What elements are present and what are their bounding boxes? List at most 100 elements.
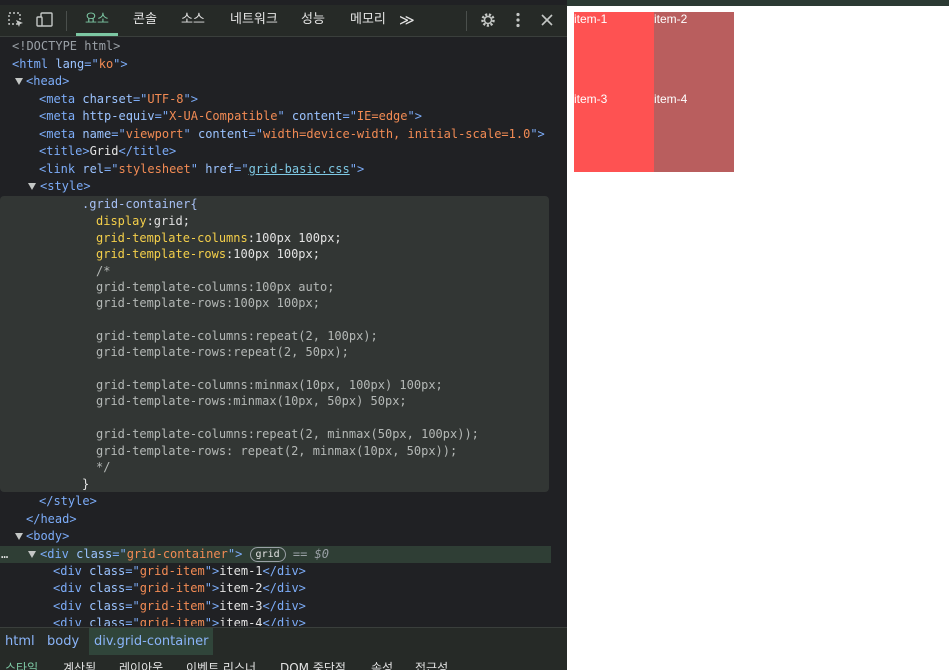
css-comment-line: grid-template-rows:repeat(2, 50px); [96,345,349,359]
page-top-strip [567,0,949,6]
title-text: Grid [89,144,119,158]
grid-item-label: item-2 [654,12,688,26]
css-comment-line: grid-template-columns:repeat(2, 100px); [96,329,378,343]
grid-item-4: item-4 [654,92,734,172]
kebab-menu-icon[interactable] [508,11,528,31]
grid-preview: item-1 item-2 item-3 item-4 [574,12,734,172]
css-rows-val: :100px 100px; [226,247,320,261]
more-tabs-icon[interactable]: ≫ [399,5,415,36]
devtools-toolbar: 요소 콘솔 소스 네트워크 성능 메모리 ≫ [0,5,567,37]
breadcrumb-html[interactable]: html [0,628,40,655]
tab-elements[interactable]: 요소 [85,5,109,36]
css-comment-line: */ [96,460,111,474]
grid-item-line[interactable]: <div class="grid-item">item-4</div> [53,615,306,626]
subtab-properties[interactable]: 속성 [371,659,393,670]
css-comment-line: grid-template-columns:minmax(10px, 100px… [96,378,443,392]
grid-item-label: item-3 [574,92,608,106]
subtab-event-listeners[interactable]: 이벤트 리스너 [186,659,256,670]
css-comment-line: grid-template-rows:100px 100px; [96,296,320,310]
style-close-line[interactable]: </style> [39,493,97,510]
node-actions-icon[interactable]: … [1,546,8,563]
grid-item-line[interactable]: <div class="grid-item">item-3</div> [53,598,306,615]
inspect-icon[interactable] [6,11,26,31]
css-columns-prop: grid-template-columns [96,231,248,245]
tab-performance[interactable]: 성능 [301,5,325,36]
css-rows-prop: grid-template-rows [96,247,227,261]
breadcrumb-body[interactable]: body [42,628,84,655]
child-class-value: grid-item [139,564,205,578]
child-text: item-4 [219,616,263,626]
css-display-val: :grid; [146,214,190,228]
css-close-brace: } [82,477,90,491]
css-comment-line: grid-template-rows: repeat(2, minmax(10p… [96,444,458,458]
device-toggle-icon[interactable] [35,11,55,31]
child-text: item-2 [219,581,263,595]
css-selector: .grid-container{ [82,197,198,211]
css-comment-line: /* [96,264,111,278]
html-lang-value: ko [98,57,114,71]
grid-badge[interactable]: grid [249,547,286,562]
tab-sources[interactable]: 소스 [181,5,205,36]
css-columns-val: :100px 100px; [247,231,342,245]
body-open-line[interactable]: <body> [26,528,69,545]
settings-icon[interactable] [478,11,498,31]
meta-charset-line[interactable]: <meta charset="UTF-8"> [39,91,198,108]
active-tab-indicator [76,33,118,36]
breadcrumb-grid-container[interactable]: div.grid-container [89,628,214,655]
css-rows-line[interactable]: grid-template-rows:100px 100px; [96,246,320,263]
doctype-text: <!DOCTYPE html> [12,39,121,53]
expand-triangle-icon[interactable] [15,533,23,540]
div-class-value: grid-container [126,547,228,561]
toolbar-divider [66,11,67,31]
css-close-line[interactable]: } [82,476,89,493]
meta-viewport-line[interactable]: <meta name="viewport" content="width=dev… [39,126,545,143]
css-columns-line[interactable]: grid-template-columns:100px 100px; [96,230,342,247]
grid-item-label: item-1 [574,12,608,26]
meta-httpequiv-line[interactable]: <meta http-equiv="X-UA-Compatible" conte… [39,108,422,125]
title-line[interactable]: <title>Grid</title> [39,143,176,160]
style-open-line[interactable]: <style> [40,178,91,195]
meta-name-value: viewport [125,127,184,141]
stylesheet-link[interactable]: grid-basic.css [249,162,350,176]
meta-httpequiv-content: IE=edge [356,109,408,123]
head-close-line[interactable]: </head> [26,511,77,528]
grid-item-2: item-2 [654,12,734,92]
css-display-prop: display [96,214,147,228]
grid-item-label: item-4 [654,92,688,106]
toolbar-divider [466,11,467,31]
meta-httpequiv-value: X-UA-Compatible [169,109,278,123]
grid-item-3: item-3 [574,92,654,172]
devtools-panel: 요소 콘솔 소스 네트워크 성능 메모리 ≫ <!DOCTYPE html> <… [0,0,567,670]
css-selector-line[interactable]: .grid-container{ [82,196,198,213]
grid-item-line[interactable]: <div class="grid-item">item-2</div> [53,580,306,597]
child-class-value: grid-item [139,616,205,626]
expand-triangle-icon[interactable] [28,551,36,558]
tab-console[interactable]: 콘솔 [133,5,157,36]
meta-viewport-content: width=device-width, initial-scale=1.0 [263,127,531,141]
subtab-dom-breakpoints[interactable]: DOM 중단점 [280,659,346,670]
meta-charset-value: UTF-8 [147,92,184,106]
subtab-accessibility[interactable]: 접근성 [415,659,448,670]
tab-memory[interactable]: 메모리 [350,5,386,36]
dom-tree: <!DOCTYPE html> <html lang="ko"> <head> … [0,37,551,626]
css-display-line[interactable]: display:grid; [96,213,190,230]
breadcrumb: html body div.grid-container [0,627,567,655]
subtab-computed[interactable]: 계산됨 [63,659,96,670]
subtab-styles[interactable]: 스타일 [5,659,38,670]
head-open-line[interactable]: <head> [26,73,69,90]
close-icon[interactable] [537,11,557,31]
grid-item-line[interactable]: <div class="grid-item">item-1</div> [53,563,306,580]
expand-triangle-icon[interactable] [15,78,23,85]
expand-triangle-icon[interactable] [28,183,36,190]
html-open-line[interactable]: <html lang="ko"> [12,56,128,73]
child-class-value: grid-item [139,599,205,613]
subtab-layout[interactable]: 레이아웃 [119,659,163,670]
child-text: item-3 [219,599,263,613]
doctype-line[interactable]: <!DOCTYPE html> [12,38,120,55]
css-comment-line: grid-template-rows:minmax(10px, 50px) 50… [96,394,407,408]
link-line[interactable]: <link rel="stylesheet" href="grid-basic.… [39,161,364,178]
grid-item-1: item-1 [574,12,654,92]
styles-subtabs: 스타일 계산됨 레이아웃 이벤트 리스너 DOM 중단점 속성 접근성 [0,655,567,670]
tab-network[interactable]: 네트워크 [230,5,278,36]
grid-container-line[interactable]: <div class="grid-container"> grid == $0 [40,546,329,563]
